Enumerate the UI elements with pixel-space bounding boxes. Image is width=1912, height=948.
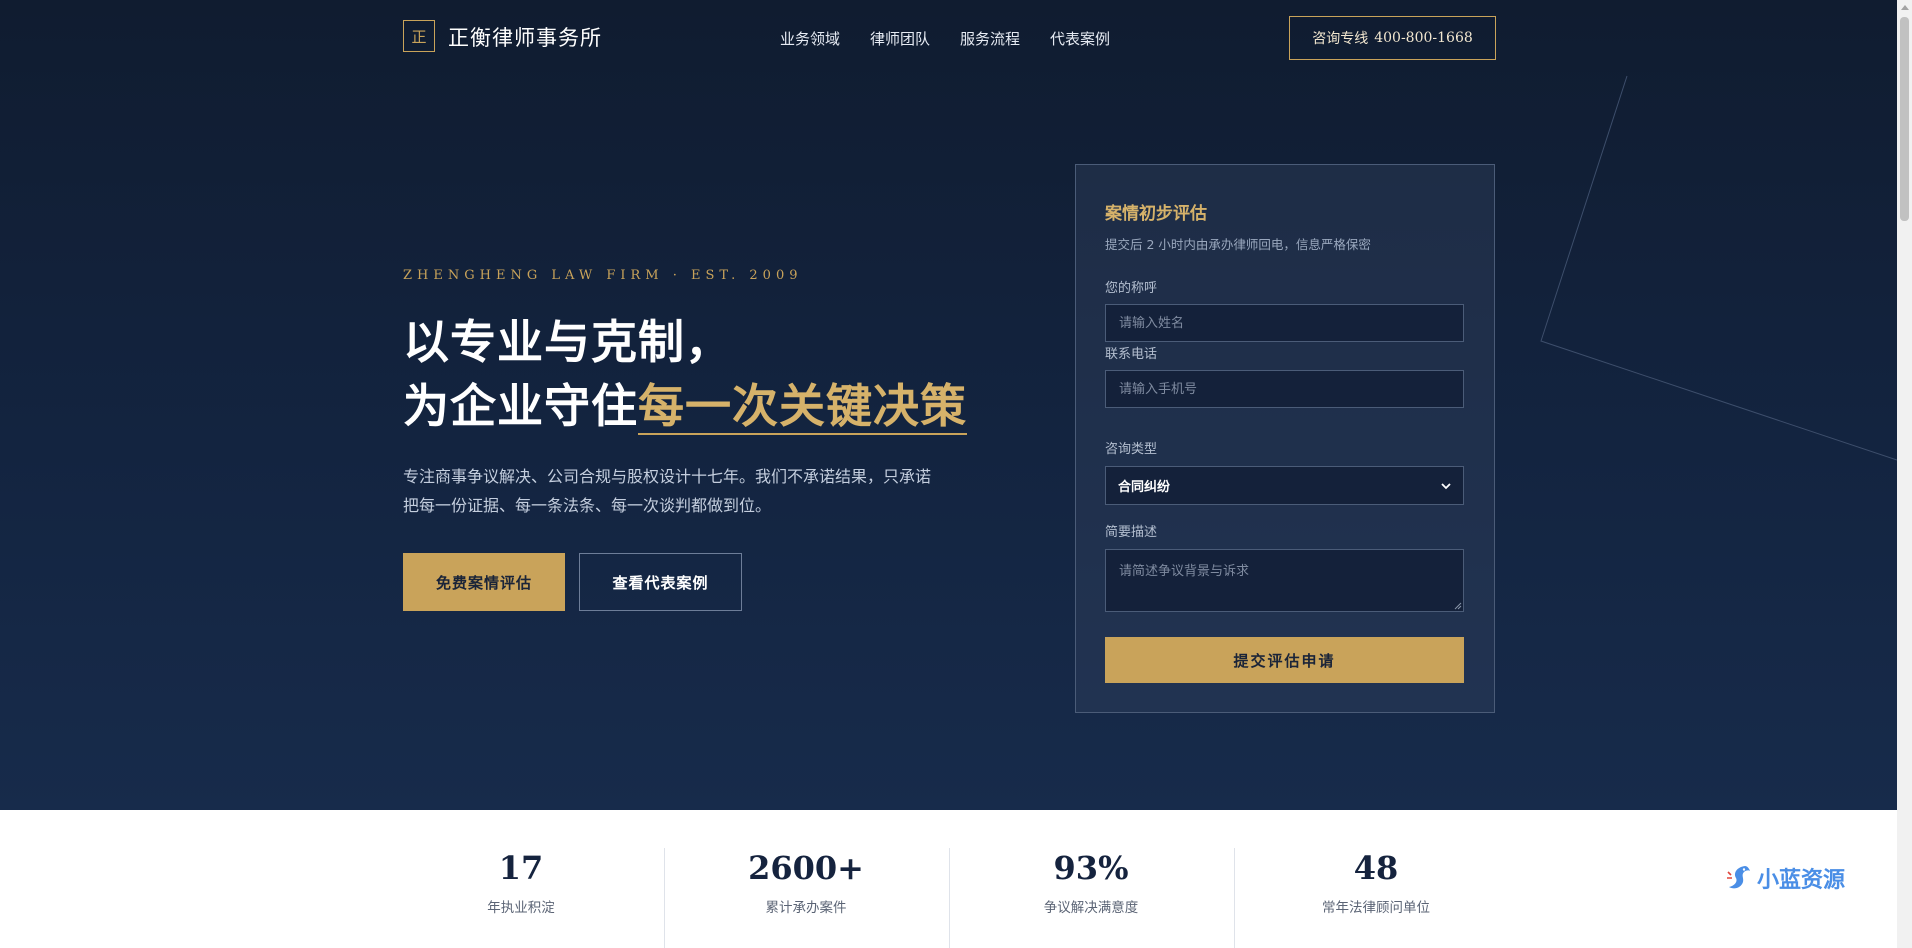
hotline-button[interactable]: 咨询专线 400-800-1668 <box>1289 16 1496 60</box>
form-subtitle: 提交后 2 小时内由承办律师回电，信息严格保密 <box>1105 237 1371 252</box>
headline-line-1: 以专业与克制， <box>403 315 732 369</box>
logo-name[interactable]: 正衡律师事务所 <box>448 22 602 52</box>
nav-item-practice-areas[interactable]: 业务领域 <box>780 28 840 49</box>
submit-evaluation-button[interactable]: 提交评估申请 <box>1105 637 1464 683</box>
stat-label: 常年法律顾问单位 <box>1322 900 1430 916</box>
stat-value: 93% <box>1053 849 1129 887</box>
nav-item-representative-cases[interactable]: 代表案例 <box>1050 28 1110 49</box>
hero-section: 正 正衡律师事务所 业务领域 律师团队 服务流程 代表案例 咨询专线 400-8… <box>0 0 1897 810</box>
description-textarea[interactable] <box>1105 549 1464 612</box>
page-scrollbar[interactable] <box>1897 0 1912 948</box>
stat-years: 17 年执业积淀 <box>379 848 663 916</box>
headline-line-2: 为企业守住每一次关键决策 <box>403 374 967 438</box>
hotline-label: 咨询专线 <box>1312 31 1369 47</box>
headline-accent: 每一次关键决策 <box>638 379 967 435</box>
form-title: 案情初步评估 <box>1105 204 1207 224</box>
name-label: 您的称呼 <box>1105 281 1158 296</box>
stat-label: 年执业积淀 <box>487 900 555 916</box>
main-nav: 业务领域 律师团队 服务流程 代表案例 <box>780 28 1110 49</box>
stat-value: 2600+ <box>748 849 864 887</box>
chevron-down-icon <box>1441 482 1451 489</box>
logo-mark[interactable]: 正 <box>403 20 435 52</box>
scroll-up-arrow-icon[interactable] <box>1901 5 1909 10</box>
stat-satisfaction: 93% 争议解决满意度 <box>949 848 1233 916</box>
evaluation-form-card: 案情初步评估 提交后 2 小时内由承办律师回电，信息严格保密 您的称呼 联系电话… <box>1075 164 1495 713</box>
stat-label: 争议解决满意度 <box>1043 900 1139 916</box>
stat-cases: 2600+ 累计承办案件 <box>664 848 948 916</box>
stat-value: 17 <box>498 849 544 887</box>
dragon-logo-icon <box>1727 866 1750 889</box>
hero-eyebrow: ZHENGHENG LAW FIRM · EST. 2009 <box>403 268 803 283</box>
consult-type-value: 合同纠纷 <box>1118 480 1171 495</box>
view-cases-button[interactable]: 查看代表案例 <box>579 553 742 611</box>
nav-item-service-process[interactable]: 服务流程 <box>960 28 1020 49</box>
hero-lead: 专注商事争议解决、公司合规与股权设计十七年。我们不承诺结果，只承诺把每一份证据、… <box>403 467 932 515</box>
phone-label: 联系电话 <box>1105 347 1158 362</box>
stat-label: 累计承办案件 <box>765 900 847 916</box>
stat-value: 48 <box>1353 849 1399 887</box>
free-evaluation-button[interactable]: 免费案情评估 <box>403 553 565 611</box>
nav-item-lawyer-team[interactable]: 律师团队 <box>870 28 930 49</box>
phone-input[interactable] <box>1105 370 1464 408</box>
watermark: 小蓝资源 <box>1725 862 1845 894</box>
hero-headline: 以专业与克制， 为企业守住每一次关键决策 <box>403 310 967 438</box>
watermark-text: 小蓝资源 <box>1757 868 1846 893</box>
consult-type-select[interactable]: 合同纠纷 <box>1105 466 1464 505</box>
hotline-number: 400-800-1668 <box>1374 30 1473 46</box>
stat-clients: 48 常年法律顾问单位 <box>1234 848 1518 916</box>
headline-plain: 为企业守住 <box>403 379 638 433</box>
name-input[interactable] <box>1105 304 1464 342</box>
resize-handle-icon[interactable] <box>1454 602 1462 610</box>
scrollbar-thumb[interactable] <box>1900 17 1909 221</box>
desc-label: 简要描述 <box>1105 525 1158 540</box>
type-label: 咨询类型 <box>1105 442 1158 457</box>
